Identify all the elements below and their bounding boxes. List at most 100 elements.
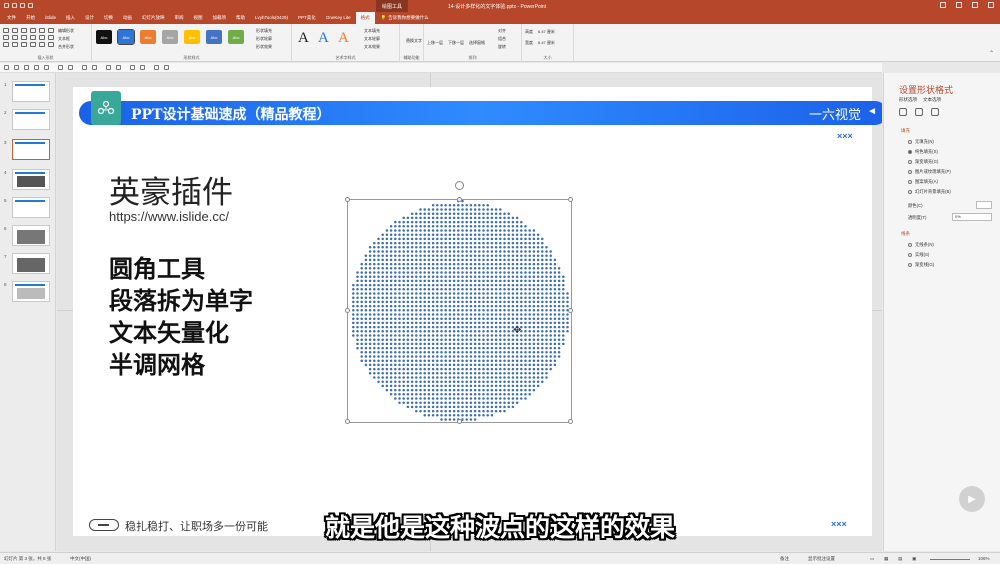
wordart-black[interactable]: A <box>298 30 309 47</box>
wordart-orange[interactable]: A <box>338 30 349 47</box>
pentagon-icon[interactable] <box>915 108 923 116</box>
plugin-title[interactable]: 英豪插件 <box>109 167 233 212</box>
radio-button[interactable] <box>908 170 912 174</box>
slide[interactable]: PPT设计基础速成（精品教程） 一六视觉 ◄ ××× 英豪插件 https://… <box>73 87 882 536</box>
toolbar-icon[interactable] <box>82 65 87 70</box>
tab-islide[interactable]: iSlide <box>40 12 61 24</box>
radio-button[interactable] <box>908 150 912 154</box>
text-box-button[interactable]: 文本框 <box>58 36 70 42</box>
toolbar-icon[interactable] <box>68 65 73 70</box>
close-icon[interactable] <box>988 2 994 8</box>
shape-style-orange[interactable]: Abc <box>140 30 156 44</box>
width-input[interactable]: 6.47 厘米 <box>538 40 555 46</box>
tab-file[interactable]: 文件 <box>2 12 21 24</box>
bring-forward-button[interactable]: 上移一层 <box>427 40 443 46</box>
feature-halftone-grid[interactable]: 半调网格 <box>109 345 205 380</box>
slide-thumb-7[interactable]: 7 <box>4 253 50 274</box>
plugin-url[interactable]: https://www.islide.cc/ <box>109 209 229 224</box>
notes-button[interactable]: 备注 <box>780 556 789 562</box>
comments-button[interactable]: 显示批注设置 <box>808 556 835 562</box>
ribbon-display-icon[interactable] <box>940 2 946 8</box>
radio-button[interactable] <box>908 180 912 184</box>
slide-thumb-8[interactable]: 8 <box>4 281 50 302</box>
zoom-level[interactable]: 106% <box>978 556 990 561</box>
radio-button[interactable] <box>908 190 912 194</box>
toolbar-icon[interactable] <box>58 65 63 70</box>
tab-ppt-beautify[interactable]: PPT美化 <box>293 12 321 24</box>
maximize-icon[interactable] <box>972 2 978 8</box>
feature-text-vector[interactable]: 文本矢量化 <box>109 313 229 348</box>
fill-option-gradient[interactable]: 渐变填充(G) <box>908 159 938 165</box>
toolbar-icon[interactable] <box>4 65 9 70</box>
alt-text-button[interactable]: 替换文字 <box>406 38 422 44</box>
transparency-input[interactable]: 0% <box>952 213 992 221</box>
resize-handle[interactable] <box>345 197 350 202</box>
shape-style-indigo[interactable]: Abc <box>206 30 222 44</box>
rotate-handle-icon[interactable] <box>455 181 464 190</box>
slide-thumb-1[interactable]: 1 <box>4 81 50 102</box>
tab-transitions[interactable]: 切换 <box>99 12 118 24</box>
shapes-gallery[interactable] <box>3 28 55 47</box>
view-sorter-icon[interactable]: ▦ <box>884 556 888 562</box>
tab-lvyhtools[interactable]: LvyhTools(0429) <box>250 12 293 24</box>
shape-outline-button[interactable]: 形状轮廓 <box>256 36 272 42</box>
paint-bucket-icon[interactable] <box>899 108 907 116</box>
toolbar-icon[interactable] <box>14 65 19 70</box>
toolbar-icon[interactable] <box>34 65 39 70</box>
fill-option-pattern[interactable]: 图案填充(A) <box>908 179 938 185</box>
slide-thumb-5[interactable]: 5 <box>4 197 50 218</box>
tab-review[interactable]: 审阅 <box>170 12 189 24</box>
tab-help[interactable]: 帮助 <box>231 12 250 24</box>
toolbar-icon[interactable] <box>106 65 111 70</box>
slide-thumb-6[interactable]: 6 <box>4 225 50 246</box>
minimize-icon[interactable] <box>956 2 962 8</box>
resize-handle[interactable] <box>457 197 462 202</box>
resize-handle[interactable] <box>345 419 350 424</box>
fill-option-slide-background[interactable]: 幻灯片背景填充(B) <box>908 189 951 195</box>
view-normal-icon[interactable]: ▭ <box>870 556 874 562</box>
resize-handle[interactable] <box>568 419 573 424</box>
text-effects-button[interactable]: 文本效果 <box>364 44 380 50</box>
tab-onekey[interactable]: OneKey Lite <box>321 12 356 24</box>
toolbar-icon[interactable] <box>116 65 121 70</box>
resize-handle[interactable] <box>457 419 462 424</box>
shape-fill-button[interactable]: 形状填充 <box>256 28 272 34</box>
collapse-ribbon-icon[interactable]: ⌃ <box>989 50 994 57</box>
fill-option-picture[interactable]: 图片或纹理填充(P) <box>908 169 951 175</box>
tell-me-box[interactable]: 💡 告诉我你想要做什么 <box>375 12 435 24</box>
toolbar-icon[interactable] <box>154 65 159 70</box>
tab-design[interactable]: 设计 <box>80 12 99 24</box>
feature-round-corner[interactable]: 圆角工具 <box>109 249 205 284</box>
radio-button[interactable] <box>908 140 912 144</box>
edit-shape-button[interactable]: 编辑形状 <box>58 28 74 34</box>
line-option-solid[interactable]: 实线(S) <box>908 252 929 258</box>
zoom-slider[interactable] <box>930 559 970 560</box>
radio-button[interactable] <box>908 160 912 164</box>
tab-format[interactable]: 格式 <box>355 12 375 24</box>
align-button[interactable]: 对齐 <box>498 28 506 34</box>
undo-icon[interactable] <box>12 3 17 8</box>
radio-button[interactable] <box>908 253 912 257</box>
shape-style-blue[interactable]: Abc <box>117 29 135 45</box>
slide-thumb-4[interactable]: 4 <box>4 169 50 190</box>
send-backward-button[interactable]: 下移一层 <box>448 40 464 46</box>
tab-addins[interactable]: 加载项 <box>208 12 232 24</box>
radio-button[interactable] <box>908 263 912 267</box>
line-option-gradient[interactable]: 渐变线(G) <box>908 262 934 268</box>
toolbar-icon[interactable] <box>164 65 169 70</box>
fill-option-solid[interactable]: 纯色填充(S) <box>908 149 938 155</box>
group-button[interactable]: 组合 <box>498 36 506 42</box>
tab-insert[interactable]: 插入 <box>61 12 80 24</box>
view-reading-icon[interactable]: ▤ <box>898 556 902 562</box>
line-option-none[interactable]: 无线条(N) <box>908 242 934 248</box>
language-indicator[interactable]: 中文(中国) <box>70 556 91 562</box>
feature-split-paragraph[interactable]: 段落拆为单字 <box>109 281 253 316</box>
tab-slideshow[interactable]: 幻灯片放映 <box>137 12 170 24</box>
toolbar-icon[interactable] <box>44 65 49 70</box>
fill-option-none[interactable]: 无填充(N) <box>908 139 934 145</box>
slide-thumb-2[interactable]: 2 <box>4 109 50 130</box>
toolbar-icon[interactable] <box>130 65 135 70</box>
selection-pane-button[interactable]: 选择窗格 <box>469 40 485 46</box>
line-section-header[interactable]: 线条 <box>901 231 910 237</box>
fill-section-header[interactable]: 填充 <box>901 128 910 134</box>
